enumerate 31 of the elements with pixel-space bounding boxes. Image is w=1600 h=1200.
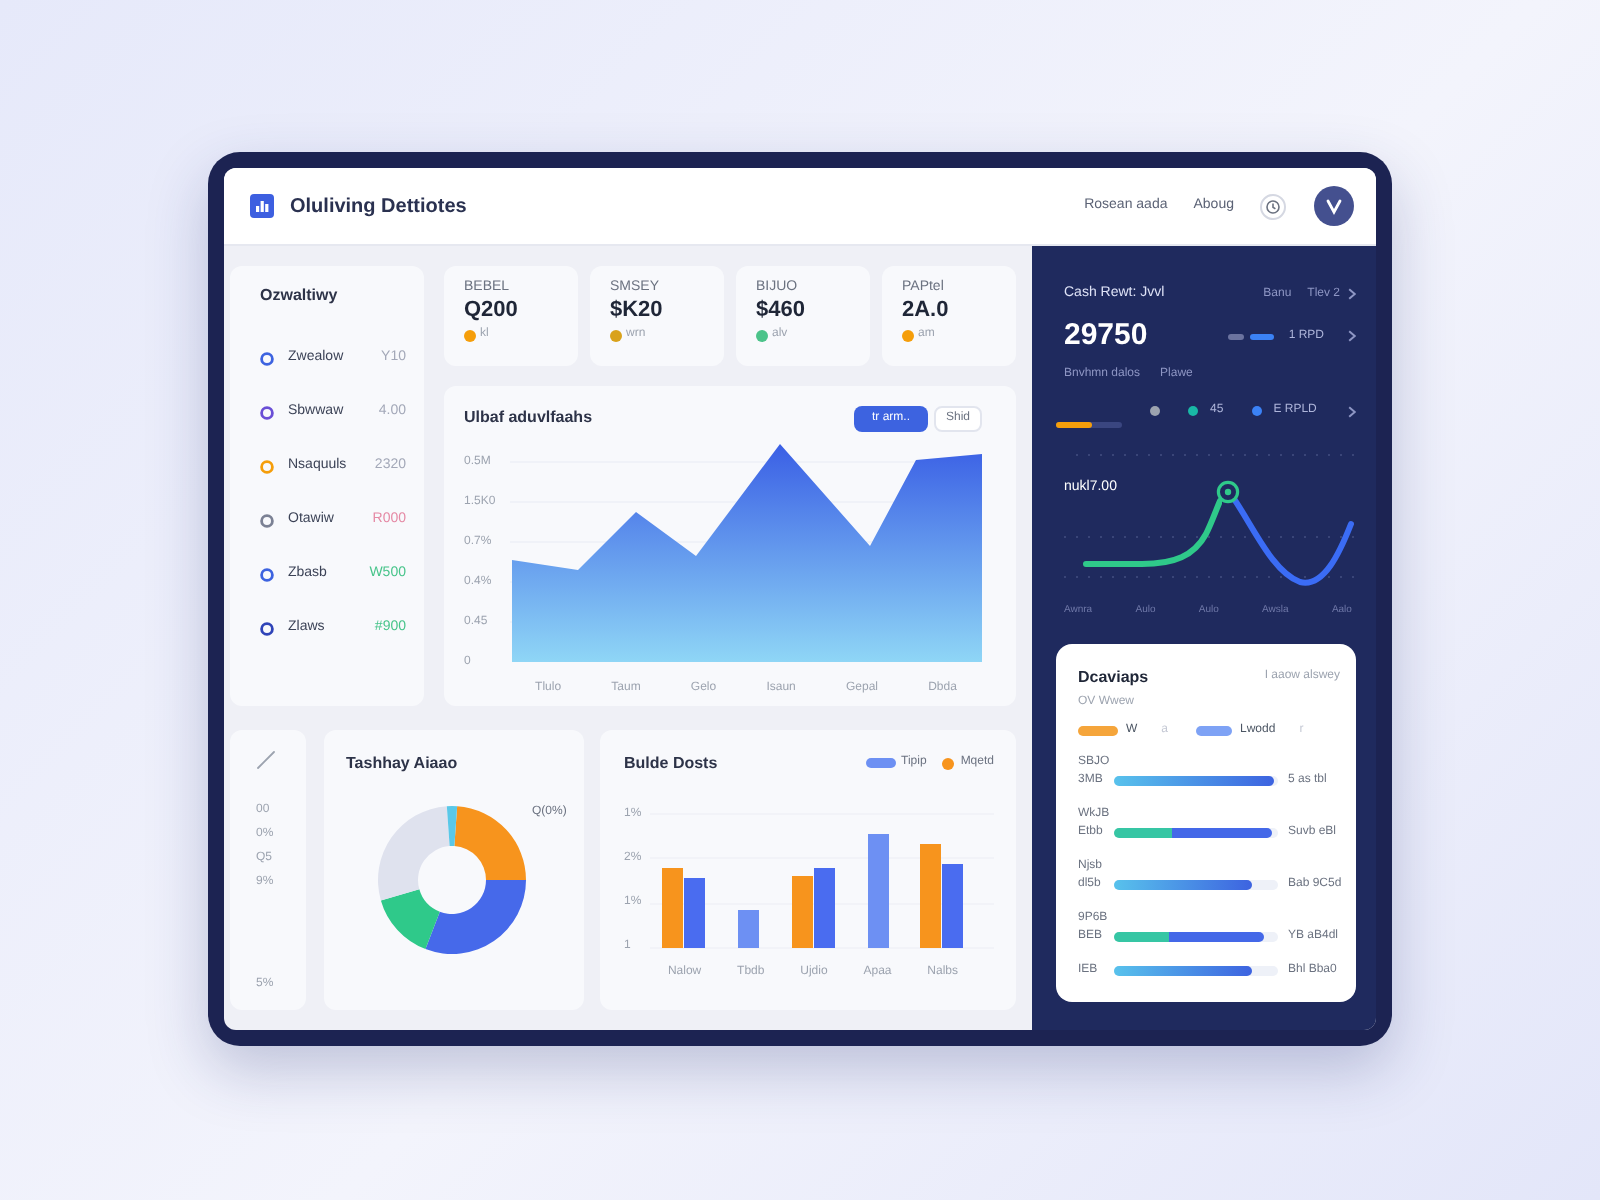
panel-title: Ozwaltiwy [260,286,340,304]
chart-title: Ulbaf aduvlfaahs [464,406,595,430]
stat-value: Q200 [464,298,520,324]
slash-icon [256,750,276,770]
stat-value: 2A.0 [902,298,951,324]
line-series [1229,493,1354,586]
chart-bar [942,864,963,948]
chevron-right-icon[interactable] [1348,406,1356,418]
clock-icon[interactable] [1260,193,1286,219]
chart-bar [814,868,835,948]
chevron-right-icon[interactable] [1348,330,1356,342]
stat-value: $460 [756,298,807,324]
chart-bar [738,910,759,948]
line-series [1083,498,1222,567]
chart-title: Bulde Dosts [624,751,720,775]
chart-bar [920,844,941,948]
avatar-icon[interactable] [1314,186,1354,226]
line-legend-icon [1228,333,1245,339]
logo-icon [250,194,274,218]
chart-bar [792,876,813,948]
chevron-right-icon[interactable] [1348,288,1356,300]
chart-bar [868,834,889,948]
total-value: 29750 [1064,320,1150,352]
dashboard-title: Oluliving Dettiotes [290,193,467,221]
line-legend-icon [1250,333,1275,339]
stat-value: $K20 [610,298,665,324]
chart-bar [684,878,705,948]
card-title: Dcaviaps [1078,665,1151,689]
chart-title: Tashhay Aiaao [346,754,460,772]
data-point-icon [1216,480,1240,504]
chart-bar [662,868,683,948]
